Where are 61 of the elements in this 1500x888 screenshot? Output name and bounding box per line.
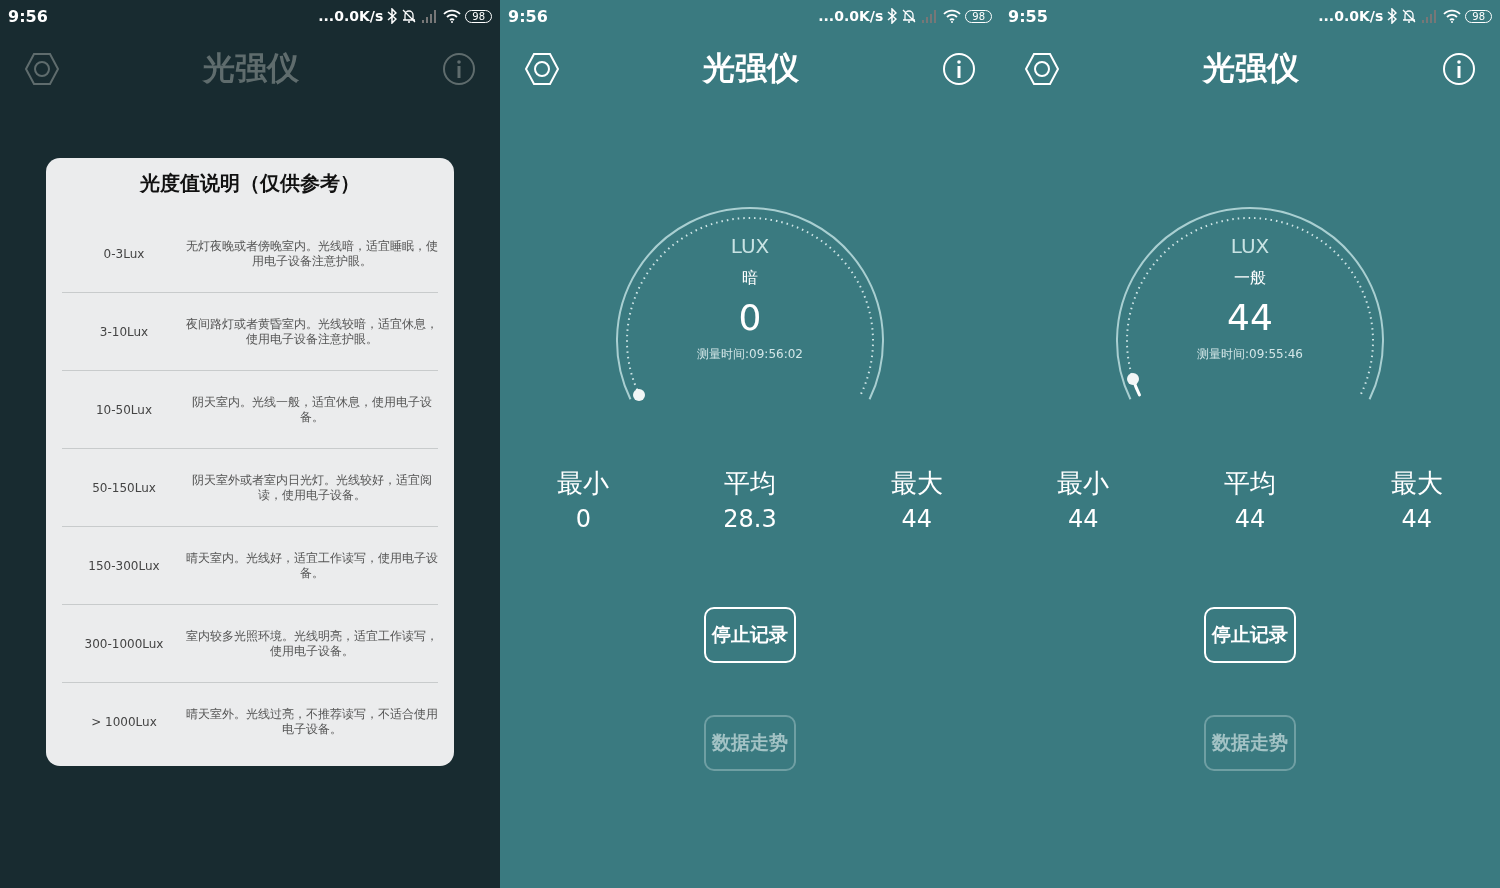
bluetooth-icon — [387, 8, 398, 24]
lux-range: > 1000Lux — [90, 714, 158, 729]
status-time: 9:56 — [8, 6, 48, 26]
lux-range: 3-10Lux — [98, 324, 150, 339]
app-title: 光强仪 — [1203, 48, 1299, 89]
wifi-icon — [443, 9, 462, 23]
stat-value: 44 — [1068, 505, 1099, 533]
stat-label: 最小 — [1057, 467, 1110, 500]
app-title: 光强仪 — [203, 48, 299, 89]
status-time: 9:56 — [508, 6, 548, 26]
stat-value: 44 — [1401, 505, 1432, 533]
status-time: 9:55 — [1008, 6, 1048, 26]
lux-reading: 44 — [1227, 297, 1273, 338]
muted-bell-icon — [901, 8, 918, 24]
range-description: 晴天室内。光线好，适宜工作读写，使用电子设备。 — [186, 550, 438, 581]
range-description: 夜间路灯或者黄昏室内。光线较暗，适宜休息，使用电子设备注意护眼。 — [186, 316, 438, 347]
measure-time: 测量时间:09:55:46 — [1197, 346, 1303, 363]
dialog-title: 光度值说明（仅供参考） — [138, 170, 361, 197]
unit-label: LUX — [1230, 234, 1270, 258]
lux-range: 50-150Lux — [91, 480, 157, 495]
settings-icon[interactable] — [24, 51, 60, 87]
settings-icon[interactable] — [524, 51, 560, 87]
range-description: 阴天室内。光线一般，适宜休息，使用电子设备。 — [191, 394, 433, 425]
stat-label: 最小 — [557, 467, 610, 500]
brightness-rating: 暗 — [742, 268, 758, 289]
action-button[interactable]: 停止记录 — [704, 607, 796, 663]
muted-bell-icon — [1401, 8, 1418, 24]
network-speed: ...0.0K/s — [818, 8, 884, 24]
wifi-icon — [1443, 9, 1462, 23]
network-speed: ...0.0K/s — [318, 8, 384, 24]
settings-icon[interactable] — [1024, 51, 1060, 87]
unit-label: LUX — [730, 234, 770, 258]
brightness-rating: 一般 — [1234, 268, 1266, 289]
stat-label: 平均 — [724, 467, 776, 500]
stat-label: 平均 — [1224, 467, 1276, 500]
range-description: 晴天室外。光线过亮，不推荐读写，不适合使用电子设备。 — [186, 706, 438, 737]
gauge-indicator-dot — [632, 387, 647, 402]
measure-time: 测量时间:09:56:02 — [697, 346, 803, 363]
lux-range: 150-300Lux — [87, 558, 161, 573]
muted-bell-icon — [401, 8, 418, 24]
stat-label: 最大 — [1390, 467, 1443, 500]
lux-range: 0-3Lux — [102, 246, 146, 261]
stat-value: 28.3 — [723, 505, 777, 533]
stat-label: 最大 — [890, 467, 943, 500]
stat-value: 44 — [1234, 505, 1266, 533]
stat-value: 0 — [575, 505, 591, 533]
lux-range: 300-1000Lux — [83, 636, 165, 651]
stat-value: 44 — [901, 505, 932, 533]
info-icon[interactable] — [442, 52, 476, 86]
range-description: 无灯夜晚或者傍晚室内。光线暗，适宜睡眠，使用电子设备注意护眼。 — [186, 238, 438, 269]
gauge-indicator-dot — [1125, 371, 1140, 386]
bluetooth-icon — [887, 8, 898, 24]
wifi-icon — [943, 9, 962, 23]
lux-range: 10-50Lux — [94, 402, 154, 417]
app-title: 光强仪 — [703, 48, 799, 89]
lux-reading: 0 — [738, 297, 762, 338]
network-speed: ...0.0K/s — [1318, 8, 1384, 24]
range-description: 阴天室外或者室内日光灯。光线较好，适宜阅读，使用电子设备。 — [191, 472, 433, 503]
action-button[interactable]: 停止记录 — [1204, 607, 1296, 663]
range-description: 室内较多光照环境。光线明亮，适宜工作读写，使用电子设备。 — [186, 628, 438, 659]
bluetooth-icon — [1387, 8, 1398, 24]
